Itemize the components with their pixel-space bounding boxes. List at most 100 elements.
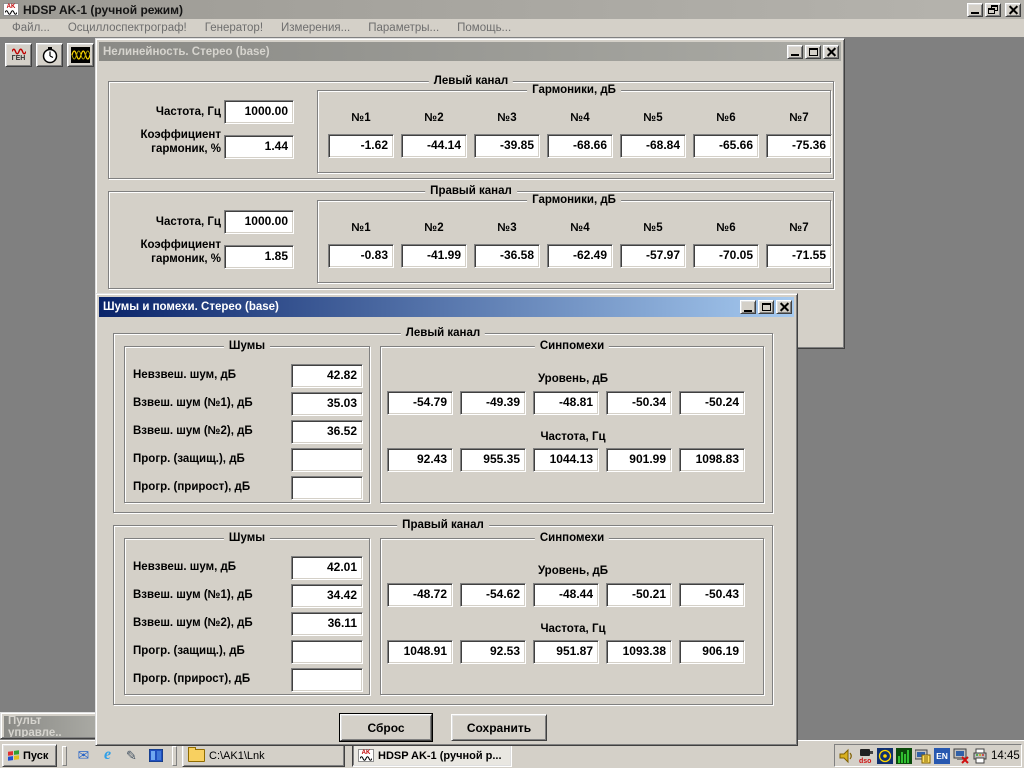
noise-field[interactable]: 35.03 [291,392,363,416]
menu-parameters[interactable]: Параметры... [359,21,448,35]
level-field[interactable]: -48.72 [387,583,453,607]
noise-field[interactable] [291,668,363,692]
thd-field[interactable]: 1.44 [224,135,294,159]
noise-field[interactable]: 42.82 [291,364,363,388]
nl-maximize-button[interactable] [805,45,821,59]
noise-close-button[interactable] [776,300,792,314]
nl-right-channel-group: Правый канал Частота, Гц 1000.00 Коэффиц… [108,191,834,289]
level-field[interactable]: -49.39 [460,391,526,415]
taskbar-grip[interactable] [62,746,67,766]
thd-label-line1: Коэффициент [115,129,221,142]
level-field[interactable]: -54.79 [387,391,453,415]
task-button-folder[interactable]: C:\AK1\Lnk [182,744,345,767]
noise-row-label: Взвеш. шум (№1), дБ [133,589,253,602]
interference-frequency-field[interactable]: 92.53 [460,640,526,664]
main-close-button[interactable] [1005,3,1021,17]
noise-right-channel-group: Правый канал Шумы Невзвеш. шум, дБ 42.01… [113,525,773,705]
main-titlebar[interactable]: AK HDSP AK-1 (ручной режим) [0,0,1024,19]
level-field[interactable]: -50.21 [606,583,672,607]
interference-frequency-field[interactable]: 906.19 [679,640,745,664]
noise-titlebar[interactable]: Шумы и помехи. Стерео (base) [99,297,794,317]
harmonic-field[interactable]: -68.66 [547,134,613,158]
display-tray-icon[interactable] [915,748,931,764]
nl-minimize-button[interactable] [787,45,803,59]
noise-field[interactable]: 34.42 [291,584,363,608]
quicklaunch-browser-button[interactable]: e [96,744,119,766]
harmonic-field[interactable]: -70.05 [693,244,759,268]
level-field[interactable]: -54.62 [460,583,526,607]
measure-tool-button[interactable] [36,43,63,67]
harmonic-field[interactable]: -44.14 [401,134,467,158]
broadcast-tray-icon[interactable] [877,748,893,764]
reset-button[interactable]: Сброс [340,714,432,741]
noise-field[interactable] [291,476,363,500]
noise-field[interactable]: 36.52 [291,420,363,444]
menu-measurements[interactable]: Измерения... [272,21,359,35]
level-field[interactable]: -50.43 [679,583,745,607]
generator-tool-button[interactable]: ГЕН [5,43,32,67]
save-button[interactable]: Сохранить [451,714,547,741]
volume-icon[interactable] [839,748,855,764]
thd-field[interactable]: 1.85 [224,245,294,269]
harmonic-field[interactable]: -39.85 [474,134,540,158]
level-field[interactable]: -50.24 [679,391,745,415]
start-button[interactable]: Пуск [2,744,57,767]
frequency-field[interactable]: 1000.00 [224,210,294,234]
dso-tray-icon[interactable]: dso [858,748,874,764]
noise-field[interactable] [291,640,363,664]
oscilloscope-tool-button[interactable] [67,43,94,67]
menu-oscillospectrograph[interactable]: Осциллоспектрограф! [59,21,196,35]
harmonic-field[interactable]: -1.62 [328,134,394,158]
level-field[interactable]: -48.81 [533,391,599,415]
tray-clock[interactable]: 14:45 [991,750,1020,762]
main-restore-button[interactable] [985,3,1001,17]
language-indicator[interactable]: EN [934,748,950,764]
offline-status-icon[interactable] [953,748,969,764]
harmonics-group-label: Гармоники, дБ [527,83,621,97]
noise-field[interactable] [291,448,363,472]
thd-label-line2: гармоник, % [115,143,221,156]
level-field[interactable]: -48.44 [533,583,599,607]
level-field[interactable]: -50.34 [606,391,672,415]
harmonic-field[interactable]: -41.99 [401,244,467,268]
harmonic-header: №7 [766,222,832,235]
frequency-label: Частота, Гц [115,106,221,119]
main-minimize-button[interactable] [967,3,983,17]
noise-field[interactable]: 36.11 [291,612,363,636]
harmonic-header: №4 [547,222,613,235]
harmonic-field[interactable]: -65.66 [693,134,759,158]
quicklaunch-show-desktop-button[interactable]: ✎ [120,744,143,766]
frequency-field[interactable]: 1000.00 [224,100,294,124]
menu-generator[interactable]: Генератор! [196,21,272,35]
noise-minimize-button[interactable] [740,300,756,314]
task-button-hdsp[interactable]: AK HDSP AK-1 (ручной р... [352,744,512,767]
interference-frequency-field[interactable]: 1093.38 [606,640,672,664]
interference-frequency-field[interactable]: 901.99 [606,448,672,472]
interference-frequency-field[interactable]: 92.43 [387,448,453,472]
noise-field[interactable]: 42.01 [291,556,363,580]
noise-maximize-button[interactable] [758,300,774,314]
nonlinearity-titlebar[interactable]: Нелинейность. Стерео (base) [99,42,841,61]
interference-frequency-field[interactable]: 955.35 [460,448,526,472]
harmonic-field[interactable]: -68.84 [620,134,686,158]
harmonic-header: №2 [401,112,467,125]
interference-frequency-field[interactable]: 1098.83 [679,448,745,472]
harmonic-field[interactable]: -71.55 [766,244,832,268]
harmonic-field[interactable]: -62.49 [547,244,613,268]
harmonic-field[interactable]: -75.36 [766,134,832,158]
harmonic-field[interactable]: -57.97 [620,244,686,268]
interference-frequency-field[interactable]: 1048.91 [387,640,453,664]
quicklaunch-mail-button[interactable]: ✉ [72,744,95,766]
interference-frequency-field[interactable]: 1044.13 [533,448,599,472]
harmonic-field[interactable]: -36.58 [474,244,540,268]
harmonic-field[interactable]: -0.83 [328,244,394,268]
taskbar-grip[interactable] [172,746,177,766]
minimized-window-titlebar[interactable]: Пульт управле.. [4,716,98,737]
spectrum-tray-icon[interactable] [896,748,912,764]
quicklaunch-channels-button[interactable] [144,744,167,766]
printer-tray-icon[interactable] [972,748,988,764]
nl-close-button[interactable] [823,45,839,59]
menu-help[interactable]: Помощь... [448,21,520,35]
menu-file[interactable]: Файл... [3,21,59,35]
interference-frequency-field[interactable]: 951.87 [533,640,599,664]
